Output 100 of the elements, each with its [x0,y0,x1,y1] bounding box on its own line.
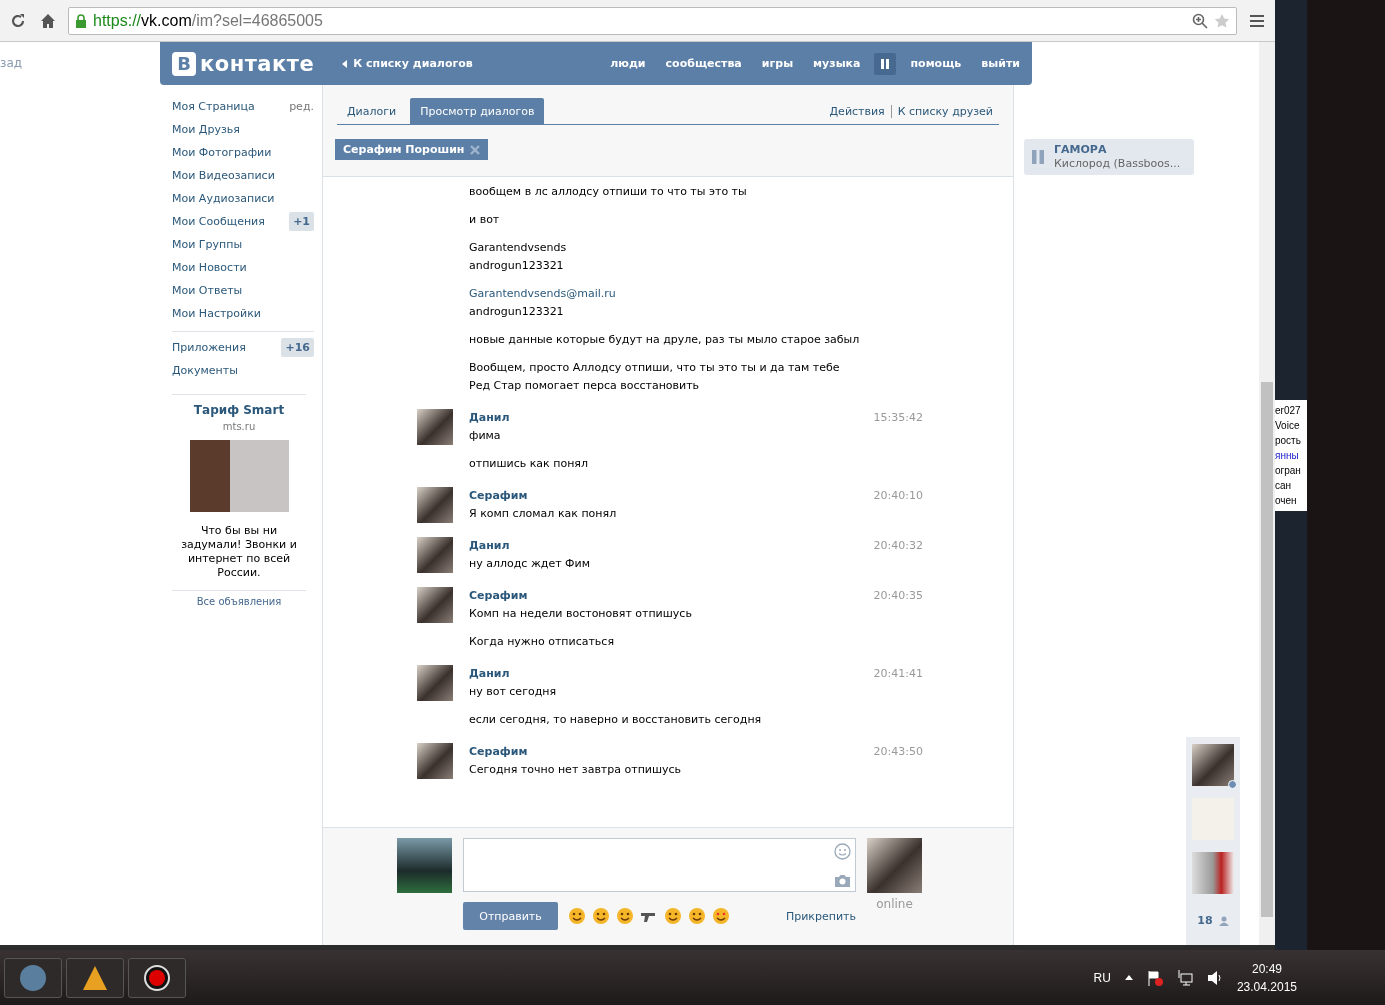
action-link[interactable]: К списку друзей [890,104,999,118]
window-text: огран [1275,464,1302,478]
nav-link[interactable]: выйти [981,57,1020,70]
author-name[interactable]: Серафим [469,743,528,761]
nav-link[interactable]: помощь [910,57,962,70]
online-status: online [876,897,913,911]
zoom-icon[interactable] [1192,12,1208,29]
author-name[interactable]: Данил [469,537,510,555]
message-text: и вот [469,212,501,228]
track-title: Кислород (Bassboos... [1054,157,1181,171]
message-text: Ред Стар помогает перса восстановить [469,378,701,394]
star-icon[interactable] [1214,12,1230,29]
author-name[interactable]: Данил [469,665,510,683]
author-name[interactable]: Серафим [469,487,528,505]
taskbar-app-button[interactable] [128,957,186,998]
sidebar-item[interactable]: Мои Друзья [172,118,314,141]
send-button[interactable]: Отправить [463,902,558,930]
nav-link[interactable]: сообщества [665,57,742,70]
avatar-photo[interactable] [417,409,453,445]
recipient-chip[interactable]: Серафим Порошин [335,139,489,160]
taskbar-app-button[interactable] [66,957,124,998]
address-bar[interactable]: https://vk.com/im?sel=46865005 [68,6,1237,35]
window-text: янны [1275,449,1300,463]
message-text: Вообщем, просто Аллодсу отпиши, что ты это ты и да там тебе [469,360,841,376]
smiley-icon[interactable] [568,907,586,925]
avatar-photo[interactable] [417,537,453,573]
pause-icon [881,58,890,69]
sidebar-item[interactable]: Приложения +16 [172,336,314,359]
photo-placeholder[interactable] [1192,852,1234,894]
pause-button[interactable] [874,52,897,75]
back-to-dialogs-link[interactable]: К списку диалогов [342,57,473,70]
avatar-photo[interactable] [417,487,453,523]
track-artist: ГАМОРА [1054,143,1108,157]
language-indicator[interactable]: RU [1093,970,1111,985]
message-text: фима [469,428,502,444]
message-time: 20:40:10 [873,488,923,504]
author-name[interactable]: Данил [469,409,510,427]
all-ads-link[interactable]: Все объявления [172,590,306,607]
lock-icon [75,13,87,28]
nav-link[interactable]: игры [761,57,794,70]
window-text: рость [1275,434,1302,448]
message-text: ну вот сегодня [469,684,558,700]
site-logo[interactable]: В контакте [172,51,315,76]
avatar-photo[interactable] [417,665,453,701]
avatar-photo[interactable] [417,587,453,623]
attach-link[interactable]: Прикрепить [785,909,856,923]
action-link[interactable]: Действия [823,104,891,118]
sidebar-item[interactable]: Документы [172,359,314,382]
speaker-icon[interactable] [1206,969,1223,986]
message-time: 20:43:50 [873,744,923,760]
record-icon [143,963,171,992]
participants-count[interactable]: 18 [1197,914,1229,927]
sidebar-item[interactable]: Мои Фотографии [172,141,314,164]
message-text: Garantendvsends [469,240,568,256]
smiley-icon[interactable] [712,907,730,925]
smiley-icon[interactable] [616,907,634,925]
sidebar-item[interactable]: Моя Страница ред. [172,95,314,118]
ad-text: Что бы вы ни задумали! Звонки и интернет по всей России. [180,524,298,580]
edit-link[interactable]: ред. [289,100,314,113]
flag-icon[interactable] [1146,969,1163,986]
caret-icon[interactable] [1124,975,1133,980]
smiley-icon[interactable] [664,907,682,925]
smiley-icon[interactable] [688,907,706,925]
avatar-photo[interactable] [867,838,922,893]
message-text: Я комп сломал как понял [469,506,618,522]
avatar-photo[interactable] [1192,744,1234,786]
caret-icon [342,59,348,68]
window-text: Voice [1275,419,1301,433]
sidebar-item[interactable]: Мои Видеозаписи [172,164,314,187]
sidebar-item[interactable]: Мои Ответы [172,279,314,302]
email-link[interactable]: Garantendvsends@mail.ru [469,285,923,303]
audio-player[interactable]: ГАМОРА Кислород (Bassboos... [1024,139,1194,175]
photo-placeholder[interactable] [189,440,289,512]
start-orb-icon [18,962,48,993]
smiley-icon[interactable] [592,907,610,925]
sidebar-item[interactable]: Мои Группы [172,233,314,256]
start-button[interactable] [4,957,62,998]
clock[interactable]: 20:49 23.04.2015 [1236,961,1297,994]
nav-link[interactable]: музыка [813,57,861,70]
nav-link[interactable]: люди [610,57,646,70]
message-time: 20:41:41 [873,666,923,682]
message-text: Комп на недели востоновят отпишусь [469,606,693,622]
message-text: если сегодня, то наверно и восстановить сегодня [469,712,763,728]
author-name[interactable]: Серафим [469,587,528,605]
message-text: Сегодня точно нет завтра отпишусь [469,762,683,778]
avatar-photo[interactable] [417,743,453,779]
window-text: очен [1275,494,1298,508]
message-text: ну аллодс ждет Фим [469,556,591,572]
sidebar-item[interactable]: Мои Сообщения +1 [172,210,314,233]
tab[interactable]: Диалоги [337,98,407,124]
sidebar-item[interactable]: Мои Новости [172,256,314,279]
message-text: androgun123321 [469,304,565,320]
network-icon[interactable] [1176,969,1193,986]
recipient-name: Серафим Порошин [343,143,465,156]
ad-title[interactable]: Тариф Smart [193,403,285,417]
sidebar-item[interactable]: Мои Аудиозаписи [172,187,314,210]
tab[interactable]: Просмотр диалогов [410,98,545,124]
message-time: 20:40:32 [873,538,923,554]
scrollbar[interactable] [1259,42,1275,945]
sidebar-item[interactable]: Мои Настройки [172,302,314,325]
